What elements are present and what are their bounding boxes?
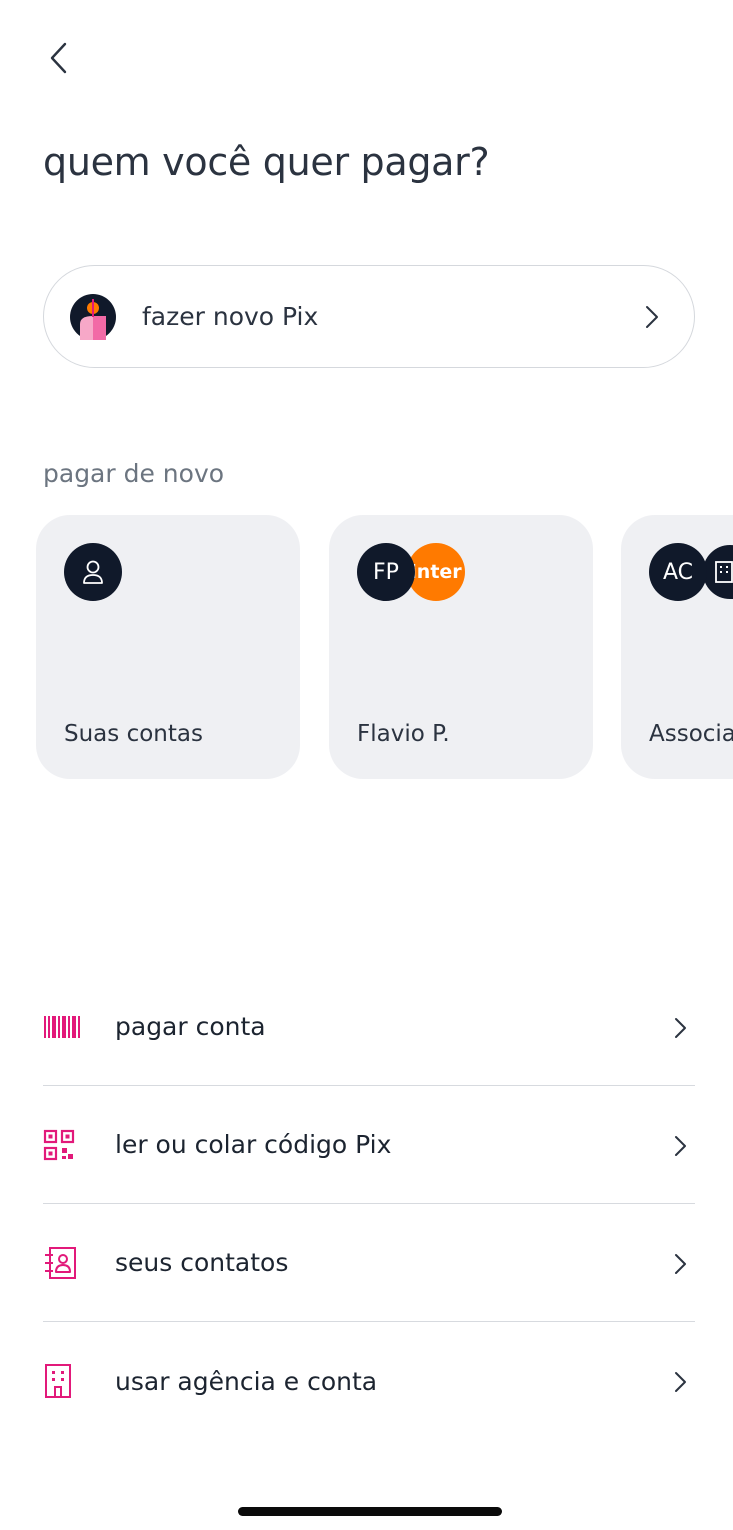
menu-item-label: pagar conta [115, 1012, 266, 1041]
section-label-pay-again: pagar de novo [43, 459, 225, 488]
barcode-icon [43, 1007, 83, 1047]
chevron-right-icon [675, 1372, 686, 1392]
menu-item-label: usar agência e conta [115, 1366, 378, 1396]
avatar: AC [649, 543, 707, 601]
payment-options-list: pagar conta ler ou colar código Pix seus… [43, 968, 695, 1440]
menu-item-label: ler ou colar código Pix [115, 1130, 392, 1159]
new-pix-label: fazer novo Pix [142, 302, 319, 331]
pix-payee-screen: quem você quer pagar? fazer novo Pix pag… [0, 0, 733, 1530]
building-icon [715, 561, 733, 583]
menu-item-agencia-conta[interactable]: usar agência e conta [43, 1322, 695, 1440]
chevron-right-icon [646, 306, 658, 328]
menu-item-codigo-pix[interactable]: ler ou colar código Pix [43, 1086, 695, 1204]
person-icon [83, 560, 103, 584]
chevron-right-icon [675, 1254, 686, 1274]
home-indicator[interactable] [238, 1507, 502, 1516]
bank-logo-inter: inter [407, 543, 465, 601]
menu-item-pagar-conta[interactable]: pagar conta [43, 968, 695, 1086]
menu-item-seus-contatos[interactable]: seus contatos [43, 1204, 695, 1322]
pix-person-avatar-icon [70, 293, 116, 340]
contacts-book-icon [43, 1243, 83, 1283]
avatar-initials: FP [373, 559, 399, 585]
back-button[interactable] [36, 36, 80, 80]
avatar [64, 543, 122, 601]
avatar-initials: AC [662, 559, 694, 585]
recent-card-suas-contas[interactable]: Suas contas [36, 515, 300, 779]
page-title: quem você quer pagar? [43, 140, 490, 184]
recent-card-flavio[interactable]: inter FP Flavio P. [329, 515, 593, 779]
recent-card-name: Associa [649, 721, 733, 747]
new-pix-button[interactable]: fazer novo Pix [43, 265, 695, 368]
menu-item-label: seus contatos [115, 1248, 289, 1277]
bank-logo-text: inter [410, 561, 462, 583]
recent-card-associa[interactable]: AC Associa [621, 515, 733, 779]
avatar: FP [357, 543, 415, 601]
chevron-right-icon [675, 1018, 686, 1038]
chevron-left-icon [50, 42, 67, 74]
qr-code-icon [43, 1125, 83, 1165]
chevron-right-icon [675, 1136, 686, 1156]
recent-card-name: Flavio P. [357, 721, 450, 747]
recent-card-name: Suas contas [64, 721, 203, 747]
building-icon [43, 1361, 83, 1401]
